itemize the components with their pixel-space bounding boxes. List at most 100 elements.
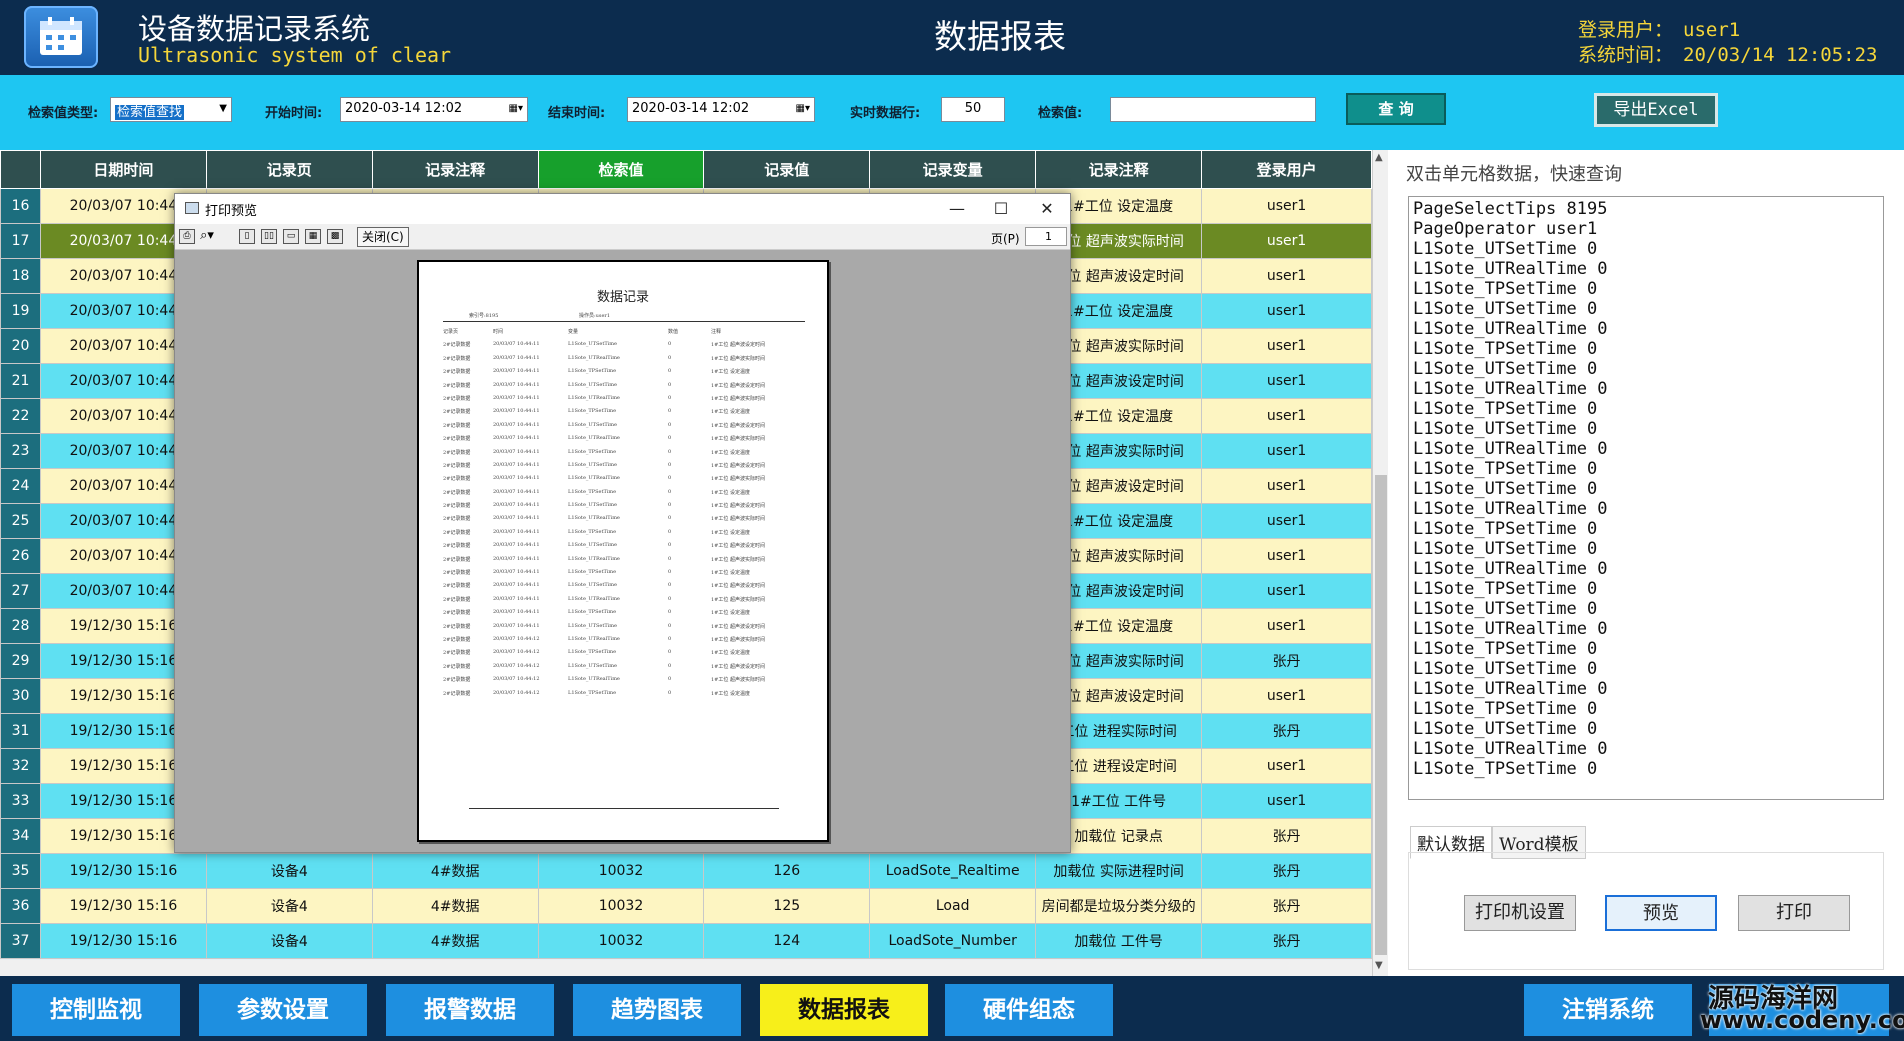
table-cell[interactable]: user1 bbox=[1201, 433, 1372, 469]
list-item[interactable]: L1Sote_UTRealTime 0 bbox=[1413, 499, 1879, 519]
table-cell[interactable]: 124 bbox=[703, 923, 871, 959]
row-number[interactable]: 34 bbox=[0, 818, 41, 854]
row-number[interactable]: 30 bbox=[0, 678, 41, 714]
four-pages-icon[interactable]: ▦ bbox=[305, 229, 321, 244]
list-item[interactable]: PageOperator user1 bbox=[1413, 219, 1879, 239]
list-item[interactable]: L1Sote_TPSetTime 0 bbox=[1413, 699, 1879, 719]
list-item[interactable]: L1Sote_UTSetTime 0 bbox=[1413, 299, 1879, 319]
start-time-picker[interactable]: 2020-03-14 12:02 ▦▾ bbox=[340, 97, 528, 122]
export-excel-button[interactable]: 导出Excel bbox=[1594, 93, 1718, 127]
list-item[interactable]: L1Sote_UTSetTime 0 bbox=[1413, 239, 1879, 259]
table-cell[interactable]: 张丹 bbox=[1201, 888, 1372, 924]
one-page-icon[interactable]: ▯ bbox=[239, 229, 255, 244]
printer-settings-button[interactable]: 打印机设置 bbox=[1464, 895, 1576, 931]
list-item[interactable]: L1Sote_UTRealTime 0 bbox=[1413, 679, 1879, 699]
row-number[interactable]: 37 bbox=[0, 923, 41, 959]
list-item[interactable]: L1Sote_TPSetTime 0 bbox=[1413, 339, 1879, 359]
column-header[interactable]: 记录页 bbox=[205, 150, 373, 189]
zoom-icon[interactable]: ⌕▾ bbox=[199, 229, 215, 244]
print-button[interactable]: 打印 bbox=[1738, 895, 1850, 931]
dialog-close-button[interactable]: 关闭(C) bbox=[357, 227, 409, 247]
list-item[interactable]: L1Sote_TPSetTime 0 bbox=[1413, 639, 1879, 659]
row-number[interactable]: 17 bbox=[0, 223, 41, 259]
table-cell[interactable]: 19/12/30 15:16 bbox=[39, 888, 207, 924]
six-pages-icon[interactable]: ▩ bbox=[327, 229, 343, 244]
list-item[interactable]: L1Sote_UTSetTime 0 bbox=[1413, 539, 1879, 559]
list-item[interactable]: L1Sote_TPSetTime 0 bbox=[1413, 519, 1879, 539]
chevron-down-icon[interactable]: ▼ bbox=[219, 103, 227, 114]
row-number[interactable]: 24 bbox=[0, 468, 41, 504]
table-cell[interactable]: 张丹 bbox=[1201, 643, 1372, 679]
calendar-icon[interactable]: ▦▾ bbox=[509, 103, 523, 114]
row-number[interactable]: 25 bbox=[0, 503, 41, 539]
table-cell[interactable]: 加载位 工件号 bbox=[1035, 923, 1203, 959]
nav-hardware-config[interactable]: 硬件组态 bbox=[945, 984, 1113, 1036]
grid-horizontal-scrollbar[interactable] bbox=[0, 960, 1372, 976]
table-cell[interactable]: user1 bbox=[1201, 678, 1372, 714]
list-item[interactable]: L1Sote_UTRealTime 0 bbox=[1413, 559, 1879, 579]
minimize-icon[interactable]: — bbox=[937, 196, 977, 222]
list-item[interactable]: L1Sote_UTSetTime 0 bbox=[1413, 479, 1879, 499]
table-cell[interactable]: 10032 bbox=[537, 888, 705, 924]
list-item[interactable]: L1Sote_UTRealTime 0 bbox=[1413, 619, 1879, 639]
nav-data-report[interactable]: 数据报表 bbox=[760, 984, 928, 1036]
table-cell[interactable]: 设备4 bbox=[205, 923, 373, 959]
table-cell[interactable]: 125 bbox=[703, 888, 871, 924]
table-cell[interactable]: user1 bbox=[1201, 188, 1372, 224]
list-item[interactable]: L1Sote_UTSetTime 0 bbox=[1413, 419, 1879, 439]
table-cell[interactable]: 4#数据 bbox=[371, 853, 539, 889]
grid-vertical-scrollbar[interactable]: ▲ ▼ bbox=[1372, 150, 1388, 976]
preview-button[interactable]: 预览 bbox=[1605, 895, 1717, 931]
list-item[interactable]: L1Sote_UTRealTime 0 bbox=[1413, 739, 1879, 759]
table-cell[interactable]: LoadSote_Number bbox=[869, 923, 1037, 959]
preview-canvas[interactable]: 数据记录 索引号:8195 操作员:user1 记录页 时间 变量 数值 注释 2#记录数… bbox=[175, 250, 1070, 852]
table-cell[interactable]: user1 bbox=[1201, 503, 1372, 539]
table-row[interactable]: 37 19/12/30 15:16 设备4 4#数据 10032 124 LoadSote_… bbox=[0, 923, 1372, 959]
table-cell[interactable]: 张丹 bbox=[1201, 923, 1372, 959]
list-item[interactable]: L1Sote_UTRealTime 0 bbox=[1413, 379, 1879, 399]
nav-control-monitor[interactable]: 控制监视 bbox=[12, 984, 180, 1036]
table-cell[interactable]: Load bbox=[869, 888, 1037, 924]
quick-query-list[interactable]: PageSelectTips 8195 PageOperator user1 L1S… bbox=[1408, 196, 1884, 800]
table-cell[interactable]: LoadSote_Realtime bbox=[869, 853, 1037, 889]
list-item[interactable]: L1Sote_UTRealTime 0 bbox=[1413, 319, 1879, 339]
row-number[interactable]: 23 bbox=[0, 433, 41, 469]
row-number[interactable]: 26 bbox=[0, 538, 41, 574]
row-number[interactable]: 32 bbox=[0, 748, 41, 784]
row-number[interactable]: 21 bbox=[0, 363, 41, 399]
column-header[interactable]: 日期时间 bbox=[39, 150, 207, 189]
table-cell[interactable]: user1 bbox=[1201, 783, 1372, 819]
query-button[interactable]: 查 询 bbox=[1346, 93, 1446, 125]
table-cell[interactable]: 4#数据 bbox=[371, 888, 539, 924]
table-cell[interactable]: 4#数据 bbox=[371, 923, 539, 959]
dialog-titlebar[interactable]: 打印预览 — ☐ ✕ bbox=[175, 194, 1070, 224]
table-cell[interactable]: user1 bbox=[1201, 363, 1372, 399]
two-pages-icon[interactable]: ▯▯ bbox=[261, 229, 277, 244]
logout-button[interactable]: 注销系统 bbox=[1524, 984, 1692, 1036]
print-icon[interactable]: ⎙ bbox=[179, 229, 195, 244]
scrollbar-thumb[interactable] bbox=[1375, 475, 1387, 955]
table-cell[interactable]: 10032 bbox=[537, 923, 705, 959]
table-cell[interactable]: user1 bbox=[1201, 748, 1372, 784]
list-item[interactable]: L1Sote_TPSetTime 0 bbox=[1413, 759, 1879, 779]
page-number-input[interactable]: 1 bbox=[1025, 227, 1067, 246]
column-header[interactable]: 记录注释 bbox=[371, 150, 539, 189]
end-time-picker[interactable]: 2020-03-14 12:02 ▦▾ bbox=[627, 97, 815, 122]
row-number[interactable]: 35 bbox=[0, 853, 41, 889]
table-cell[interactable]: 10032 bbox=[537, 853, 705, 889]
maximize-icon[interactable]: ☐ bbox=[981, 196, 1021, 222]
table-cell[interactable]: user1 bbox=[1201, 468, 1372, 504]
table-cell[interactable]: 房间都是垃圾分类分级的 bbox=[1035, 888, 1203, 924]
nav-trend-chart[interactable]: 趋势图表 bbox=[573, 984, 741, 1036]
list-item[interactable]: L1Sote_UTSetTime 0 bbox=[1413, 659, 1879, 679]
list-item[interactable]: L1Sote_TPSetTime 0 bbox=[1413, 579, 1879, 599]
column-header[interactable]: 记录注释 bbox=[1035, 150, 1203, 189]
list-item[interactable]: L1Sote_UTSetTime 0 bbox=[1413, 599, 1879, 619]
table-cell[interactable]: user1 bbox=[1201, 538, 1372, 574]
three-pages-icon[interactable]: ▭ bbox=[283, 229, 299, 244]
table-cell[interactable]: 设备4 bbox=[205, 888, 373, 924]
calendar-icon[interactable]: ▦▾ bbox=[796, 103, 810, 114]
column-header[interactable]: 检索值 bbox=[537, 150, 705, 189]
list-item[interactable]: L1Sote_TPSetTime 0 bbox=[1413, 399, 1879, 419]
row-number[interactable]: 22 bbox=[0, 398, 41, 434]
